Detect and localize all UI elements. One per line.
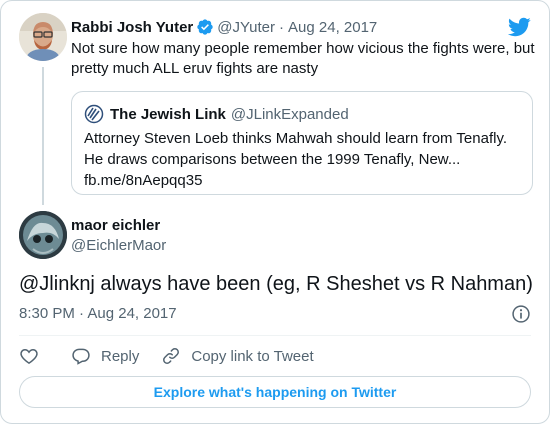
parent-tweet-text: Not sure how many people remember how vi…: [71, 40, 535, 77]
quoted-tweet-link[interactable]: fb.me/8nAepqq35: [84, 172, 202, 189]
quoted-tweet-body: Attorney Steven Loeb thinks Mahwah shoul…: [84, 128, 524, 191]
quoted-tweet-text: Attorney Steven Loeb thinks Mahwah shoul…: [84, 130, 508, 168]
main-author-avatar[interactable]: [19, 211, 67, 259]
twitter-bird-icon[interactable]: [507, 15, 531, 39]
quoted-tweet-card[interactable]: The Jewish Link @JLinkExpanded Attorney …: [71, 91, 533, 195]
main-author-handle[interactable]: @EichlerMaor: [71, 237, 166, 254]
link-icon: [163, 348, 180, 364]
quoted-author-handle: @JLinkExpanded: [230, 105, 349, 123]
embedded-tweet-card: Rabbi Josh Yuter @JYuter · Aug 24, 2017 …: [0, 0, 550, 424]
parent-author-handle[interactable]: @JYuter: [217, 19, 275, 36]
copy-link-button[interactable]: Copy link to Tweet: [161, 346, 314, 366]
tweet-timestamp[interactable]: 8:30 PM · Aug 24, 2017: [19, 305, 177, 322]
parent-author-avatar[interactable]: [19, 13, 67, 61]
tweet-actions-bar: Reply Copy link to Tweet: [19, 344, 314, 368]
info-icon[interactable]: [511, 304, 531, 324]
like-button[interactable]: [19, 346, 39, 366]
verified-badge-icon: [196, 18, 214, 36]
main-author-name[interactable]: maor eichler: [71, 217, 160, 234]
heart-icon: [20, 348, 38, 364]
reply-label: Reply: [101, 347, 140, 365]
copy-link-label: Copy link to Tweet: [191, 347, 314, 365]
quoted-author-name: The Jewish Link: [110, 105, 226, 123]
reply-bubble-icon: [72, 348, 90, 365]
parent-tweet-header: Rabbi Josh Yuter @JYuter · Aug 24, 2017: [71, 17, 377, 37]
thread-connector-line: [42, 67, 44, 205]
quoted-author-avatar: [84, 104, 104, 124]
parent-tweet-date[interactable]: Aug 24, 2017: [288, 19, 377, 36]
divider: [19, 335, 531, 336]
parent-author-name[interactable]: Rabbi Josh Yuter: [71, 19, 193, 36]
main-tweet-text: @Jlinknj always have been (eg, R Sheshet…: [19, 273, 533, 295]
quoted-tweet-header: The Jewish Link @JLinkExpanded: [84, 104, 349, 124]
header-separator: ·: [279, 18, 285, 36]
reply-button[interactable]: Reply: [71, 346, 139, 366]
explore-twitter-button[interactable]: Explore what's happening on Twitter: [19, 376, 531, 408]
